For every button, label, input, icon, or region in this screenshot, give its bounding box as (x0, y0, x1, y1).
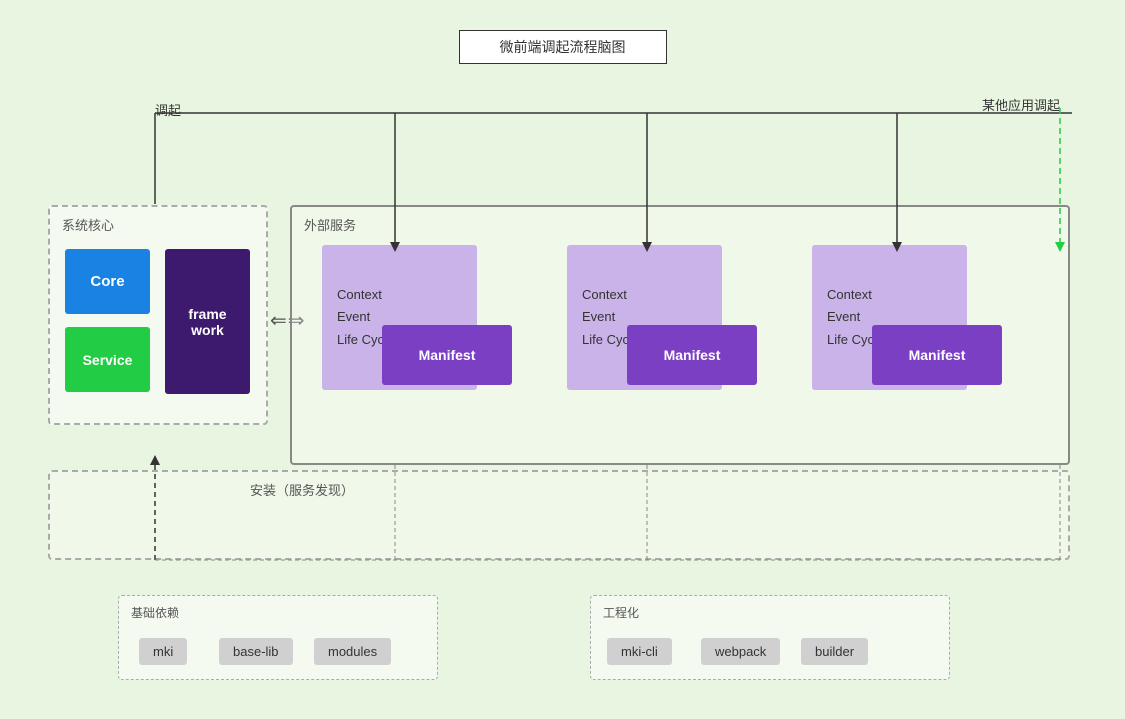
external-services-label: 外部服务 (304, 215, 356, 234)
install-label: 安装（服务发现） (250, 480, 354, 499)
pill-webpack: webpack (701, 638, 780, 665)
title-box: 微前端调起流程脑图 (459, 30, 667, 64)
system-core-label: 系统核心 (62, 215, 114, 234)
core-button: Core (65, 249, 150, 314)
title-text: 微前端调起流程脑图 (500, 39, 626, 55)
label-diaqi: 调起 (155, 100, 181, 119)
framework-button: framework (165, 249, 250, 394)
micro-app-3-manifest: Manifest (872, 325, 1002, 385)
system-core-box: 系统核心 Core Service framework (48, 205, 268, 425)
external-services-box: 外部服务 Context Event Life Cycle Manifest C… (290, 205, 1070, 465)
micro-app-1-manifest: Manifest (382, 325, 512, 385)
micro-app-1: Context Event Life Cycle Manifest (322, 245, 532, 445)
foundation-label: 基础依赖 (131, 604, 179, 621)
engineering-label: 工程化 (603, 604, 639, 621)
micro-app-2-manifest: Manifest (627, 325, 757, 385)
micro-app-2-context: Context (582, 284, 707, 306)
pill-modules: modules (314, 638, 391, 665)
pill-baselib: base-lib (219, 638, 293, 665)
micro-app-3: Context Event Life Cycle Manifest (812, 245, 1022, 445)
micro-app-1-context: Context (337, 284, 462, 306)
pill-builder: builder (801, 638, 868, 665)
install-box: 安装（服务发现） (48, 470, 1070, 560)
foundation-box: 基础依赖 mki base-lib modules (118, 595, 438, 680)
service-button: Service (65, 327, 150, 392)
pill-mkicli: mki-cli (607, 638, 672, 665)
label-other-diaqi: 某他应用调起 (982, 95, 1060, 114)
diagram-container: 微前端调起流程脑图 调起 某他应用调起 系统核心 Core Service fr… (0, 0, 1125, 719)
pill-mki: mki (139, 638, 187, 665)
micro-app-3-context: Context (827, 284, 952, 306)
engineering-box: 工程化 mki-cli webpack builder (590, 595, 950, 680)
micro-app-2: Context Event Life Cycle Manifest (567, 245, 777, 445)
